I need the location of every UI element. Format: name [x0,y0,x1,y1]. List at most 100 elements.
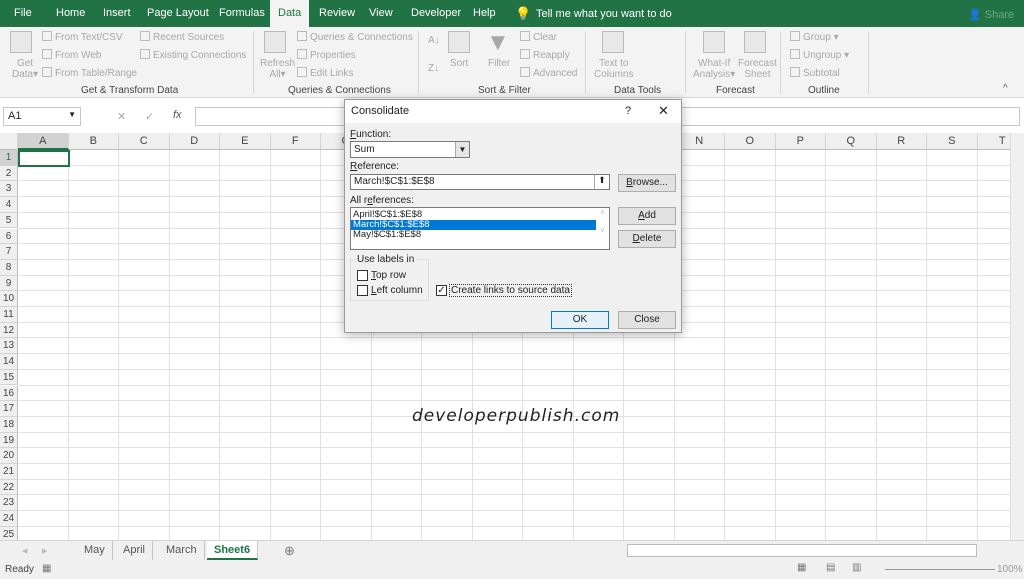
enter-icon[interactable]: ✓ [145,110,154,123]
column-header[interactable]: S [927,133,978,150]
close-icon[interactable]: ✕ [658,103,669,119]
what-if-button[interactable]: What-If Analysis▾ [693,58,735,80]
column-header[interactable]: P [775,133,826,150]
advanced-button[interactable]: Advanced [520,67,577,79]
column-header[interactable]: R [876,133,927,150]
row-header[interactable]: 3 [0,181,18,198]
tab-developer[interactable]: Developer [411,0,461,27]
sort-asc-button[interactable]: A↓ [428,35,440,46]
row-header[interactable]: 12 [0,322,18,339]
sheet-tab-march[interactable]: March [159,541,205,560]
sort-desc-button[interactable]: Z↓ [428,63,439,74]
column-header[interactable]: B [68,133,119,150]
tab-file[interactable]: File [14,0,32,27]
row-header[interactable]: 5 [0,212,18,229]
row-header[interactable]: 22 [0,479,18,496]
prev-sheet-icon[interactable]: ◂ [22,544,28,557]
row-header[interactable]: 21 [0,464,18,480]
row-header[interactable]: 1 [0,150,18,166]
row-header[interactable]: 13 [0,338,18,355]
column-header[interactable]: Q [826,133,877,150]
row-header[interactable]: 25 [0,526,18,540]
get-data-button[interactable]: Get Data▾ [12,58,38,80]
tab-data[interactable]: Data [270,0,310,27]
create-links-checkbox[interactable]: ✓ [436,285,447,296]
row-header[interactable]: 10 [0,291,18,307]
row-header[interactable]: 20 [0,448,18,464]
browse-button[interactable]: Browse... [618,174,676,192]
left-column-checkbox[interactable] [357,285,368,296]
forecast-sheet-button[interactable]: Forecast Sheet [738,58,777,80]
row-header[interactable]: 7 [0,244,18,260]
from-table-button[interactable]: From Table/Range [42,67,137,79]
filter-button[interactable]: Filter [488,58,510,69]
subtotal-button[interactable]: Subtotal [790,67,840,79]
vertical-scrollbar[interactable] [1010,133,1024,540]
row-header[interactable]: 9 [0,275,18,292]
row-header[interactable]: 23 [0,495,18,512]
column-header[interactable]: C [119,133,170,150]
existing-connections-button[interactable]: Existing Connections [140,49,246,61]
from-web-button[interactable]: From Web [42,49,102,61]
tell-me-search[interactable]: Tell me what you want to do [536,8,672,20]
column-header[interactable]: T [977,133,1010,150]
queries-connections-button[interactable]: Queries & Connections [297,31,413,43]
edit-links-button[interactable]: Edit Links [297,67,353,79]
properties-button[interactable]: Properties [297,49,356,61]
row-header[interactable]: 8 [0,259,18,276]
share-button[interactable]: 👤 Share [968,8,1014,21]
reference-input[interactable]: March!$C$1:$E$8 ⬆ [350,174,610,190]
zoom-slider[interactable] [885,569,995,570]
selected-cell[interactable] [18,150,70,167]
macro-record-icon[interactable]: ▦ [42,563,51,574]
from-text-button[interactable]: From Text/CSV [42,31,123,43]
reapply-button[interactable]: Reapply [520,49,570,61]
recent-sources-button[interactable]: Recent Sources [140,31,224,43]
function-select[interactable]: Sum ▼ [350,141,470,158]
refresh-all-button[interactable]: Refresh All▾ [260,58,295,80]
tab-help[interactable]: Help [473,0,496,27]
page-layout-view-icon[interactable]: ▤ [826,562,835,573]
group-button[interactable]: Group ▾ [790,31,839,43]
tab-formulas[interactable]: Formulas [219,0,265,27]
row-header[interactable]: 15 [0,369,18,386]
tab-page-layout[interactable]: Page Layout [147,0,209,27]
column-header[interactable]: E [220,133,271,150]
tab-view[interactable]: View [369,0,393,27]
sheet-tab-april[interactable]: April [116,541,154,560]
row-header[interactable]: 17 [0,401,18,417]
new-sheet-icon[interactable]: ⊕ [284,543,295,559]
row-header[interactable]: 6 [0,228,18,245]
row-header[interactable]: 19 [0,432,18,449]
row-header[interactable]: 4 [0,197,18,213]
row-header[interactable]: 11 [0,307,18,323]
ungroup-button[interactable]: Ungroup ▾ [790,49,849,61]
column-header[interactable]: N [674,133,725,150]
cancel-icon[interactable]: ✕ [117,110,126,123]
sheet-tab-sheet6[interactable]: Sheet6 [207,541,259,560]
text-to-columns-button[interactable]: Text to Columns [594,58,633,80]
page-break-view-icon[interactable]: ▥ [852,562,861,573]
add-button[interactable]: Add [618,207,676,225]
normal-view-icon[interactable]: ▦ [797,562,806,573]
name-box[interactable]: A1 ▼ [3,107,81,126]
collapse-ribbon-icon[interactable]: ^ [1003,83,1008,94]
tab-home[interactable]: Home [56,0,85,27]
column-header[interactable]: A [18,133,69,150]
help-button[interactable]: ? [625,105,631,117]
ok-button[interactable]: OK [551,311,609,329]
close-button[interactable]: Close [618,311,676,329]
tab-review[interactable]: Review [319,0,355,27]
collapse-dialog-icon[interactable]: ⬆ [594,175,609,189]
reference-item[interactable]: May!$C$1:$E$8 [351,230,596,240]
tab-insert[interactable]: Insert [103,0,131,27]
sort-button[interactable]: Sort [450,58,468,69]
zoom-level[interactable]: 100% [997,564,1023,575]
column-header[interactable]: D [169,133,220,150]
next-sheet-icon[interactable]: ▸ [42,544,48,557]
horizontal-scrollbar[interactable] [627,544,977,557]
column-header[interactable]: O [725,133,776,150]
all-references-list[interactable]: April!$C$1:$E$8 March!$C$1:$E$8 May!$C$1:$… [350,207,610,250]
insert-function-button[interactable]: fx [173,109,182,121]
row-header[interactable]: 14 [0,354,18,370]
